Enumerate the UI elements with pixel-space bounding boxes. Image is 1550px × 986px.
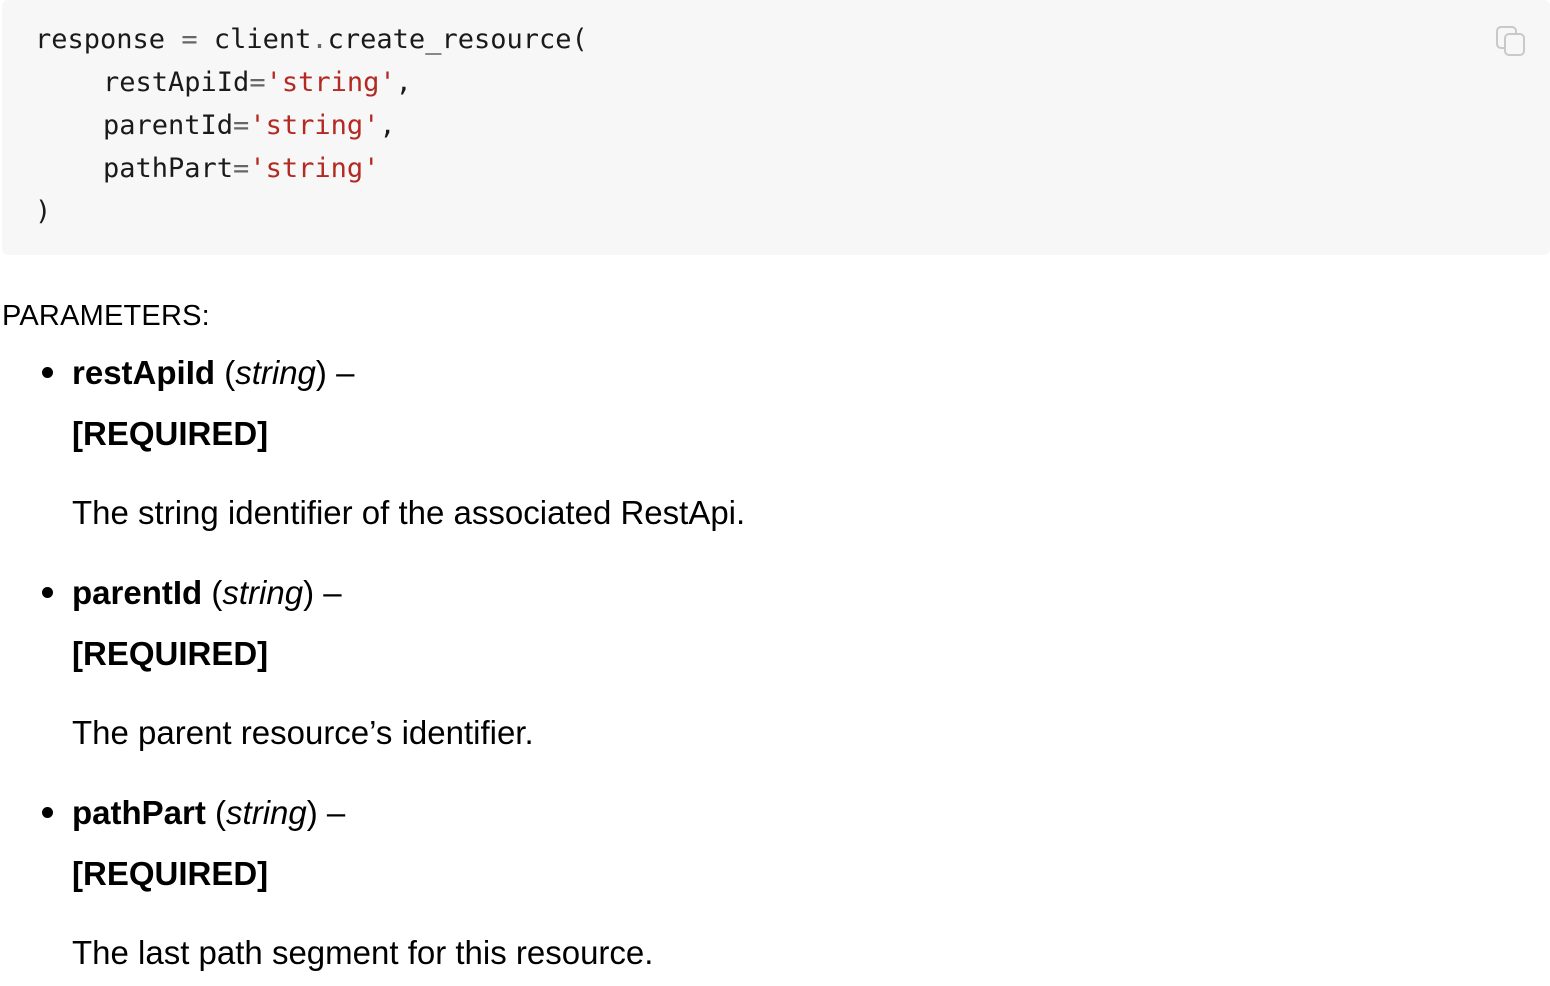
required-label: [REQUIRED]: [72, 635, 269, 672]
parameter-title: pathPart (string) –: [72, 785, 345, 841]
bullet-icon: [42, 367, 53, 378]
parameter-paren-close: ) –: [315, 354, 355, 391]
required-label: [REQUIRED]: [72, 855, 269, 892]
code-arg-name: pathPart: [103, 153, 234, 184]
parameter-paren-open: (: [202, 574, 223, 611]
parameter-paren-close: ) –: [306, 794, 346, 831]
code-line-1: response = client.create_resource(: [35, 18, 1550, 61]
parameter-description: The parent resource’s identifier.: [72, 714, 534, 751]
code-object: client: [213, 24, 312, 55]
code-operator: =: [249, 67, 266, 98]
parameter-name: parentId: [72, 574, 203, 611]
copy-code-button[interactable]: [1494, 24, 1528, 58]
code-line-arg: pathPart='string': [35, 147, 1550, 190]
required-label: [REQUIRED]: [72, 415, 269, 452]
bullet-icon: [42, 807, 53, 818]
code-line-arg: restApiId='string',: [35, 61, 1550, 104]
parameter-name: restApiId: [72, 354, 216, 391]
parameter-paren-open: (: [215, 354, 236, 391]
parameter-description: The last path segment for this resource.: [72, 934, 654, 971]
code-call: create_resource(: [327, 24, 588, 55]
parameters-heading: PARAMETERS:: [2, 300, 210, 332]
parameter-name: pathPart: [72, 794, 206, 831]
parameter-type: string: [226, 794, 307, 831]
code-line-close: ): [35, 196, 52, 227]
code-var: response: [35, 24, 166, 55]
code-block: response = client.create_resource( restA…: [2, 0, 1550, 255]
code-operator: =: [233, 153, 250, 184]
parameter-type: string: [235, 354, 316, 391]
code-string: 'string': [249, 110, 380, 141]
code-line-arg: parentId='string',: [35, 104, 1550, 147]
parameter-title: restApiId (string) –: [72, 345, 354, 401]
code-separator: ,: [395, 67, 412, 98]
code-separator: ,: [379, 110, 396, 141]
code-arg-name: restApiId: [103, 67, 250, 98]
code-operator: =: [233, 110, 250, 141]
code-arg-name: parentId: [103, 110, 234, 141]
code-string: 'string': [265, 67, 396, 98]
code-operator: =: [181, 24, 198, 55]
parameter-paren-close: ) –: [303, 574, 342, 611]
code-string: 'string': [249, 153, 380, 184]
bullet-icon: [42, 587, 53, 598]
parameter-description: The string identifier of the associated …: [72, 494, 746, 531]
code-dot: .: [311, 24, 328, 55]
parameter-type: string: [222, 574, 304, 611]
parameter-paren-open: (: [205, 794, 227, 831]
parameter-title: parentId (string) –: [72, 565, 342, 621]
